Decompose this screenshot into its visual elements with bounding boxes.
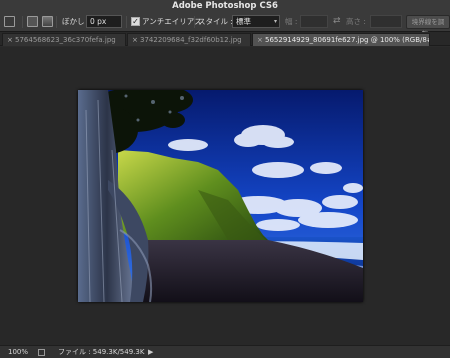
tab-document-2[interactable]: × 3742209684_f32df60b12.jpg [127,33,251,46]
style-value: 標準 [236,17,251,26]
height-input[interactable] [370,15,402,28]
tab-label: 3742209684_f32df60b12.jpg [140,36,242,44]
close-icon[interactable]: × [7,34,15,46]
subtract-selection-icon[interactable] [42,16,53,27]
close-icon[interactable]: × [132,34,140,46]
options-bar: Adobe Photoshop CS6 ぼかし : 0 px ✓ アンチエイリア… [0,0,450,38]
new-selection-icon[interactable] [4,16,15,27]
style-select[interactable]: 標準 ▾ [232,15,280,28]
chevron-down-icon: ▾ [273,18,277,25]
app-title: Adobe Photoshop CS6 [172,1,278,11]
width-input[interactable] [300,15,328,28]
canvas-area[interactable] [0,47,450,345]
file-size-info: ファイル : 549.3K/549.3K [58,348,145,356]
width-label: 幅 : [285,17,298,26]
style-label: スタイル : [198,17,233,26]
swap-icon[interactable]: ⇄ [333,16,341,26]
add-to-selection-icon[interactable] [27,16,38,27]
antialias-checkbox[interactable]: ✓ [131,17,140,26]
document-canvas[interactable] [78,90,363,302]
landscape-photo [78,90,363,302]
status-menu-arrow[interactable]: ▶ [148,346,153,358]
document-icon [38,349,45,356]
document-tabbar: × 5764568623_36c370fefa.jpg × 3742209684_f… [0,32,450,46]
separator [194,16,195,28]
tab-document-1[interactable]: × 5764568623_36c370fefa.jpg [2,33,126,46]
close-icon[interactable]: × [257,34,265,46]
separator [126,16,127,28]
separator [22,16,23,28]
refine-edge-button[interactable]: 境界線を調整... [406,15,450,38]
tool-options-row: ぼかし : 0 px ✓ アンチエイリアス スタイル : 標準 ▾ 幅 : ⇄ … [0,13,450,38]
status-bar: 100% ファイル : 549.3K/549.3K ▶ [0,345,450,358]
antialias-label: アンチエイリアス [142,17,202,26]
separator [56,16,57,28]
height-label: 高さ : [346,17,366,26]
tab-document-3[interactable]: × 5652914929_80691fe627.jpg @ 100% (RGB/8… [252,33,430,46]
feather-input[interactable]: 0 px [86,15,122,28]
tab-label: 5764568623_36c370fefa.jpg [15,36,116,44]
tab-label: 5652914929_80691fe627.jpg @ 100% (RGB/8#… [265,36,430,44]
zoom-level[interactable]: 100% [8,346,28,358]
